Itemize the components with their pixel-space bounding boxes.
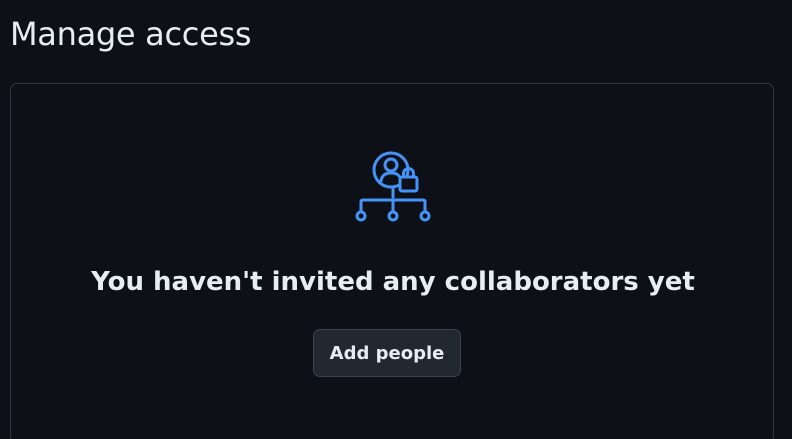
add-people-button[interactable]: Add people (313, 329, 461, 377)
person-lock-network-icon (355, 151, 431, 222)
collaborators-panel (10, 83, 774, 439)
empty-state-heading: You haven't invited any collaborators ye… (91, 267, 695, 297)
page-title: Manage access (10, 15, 252, 53)
